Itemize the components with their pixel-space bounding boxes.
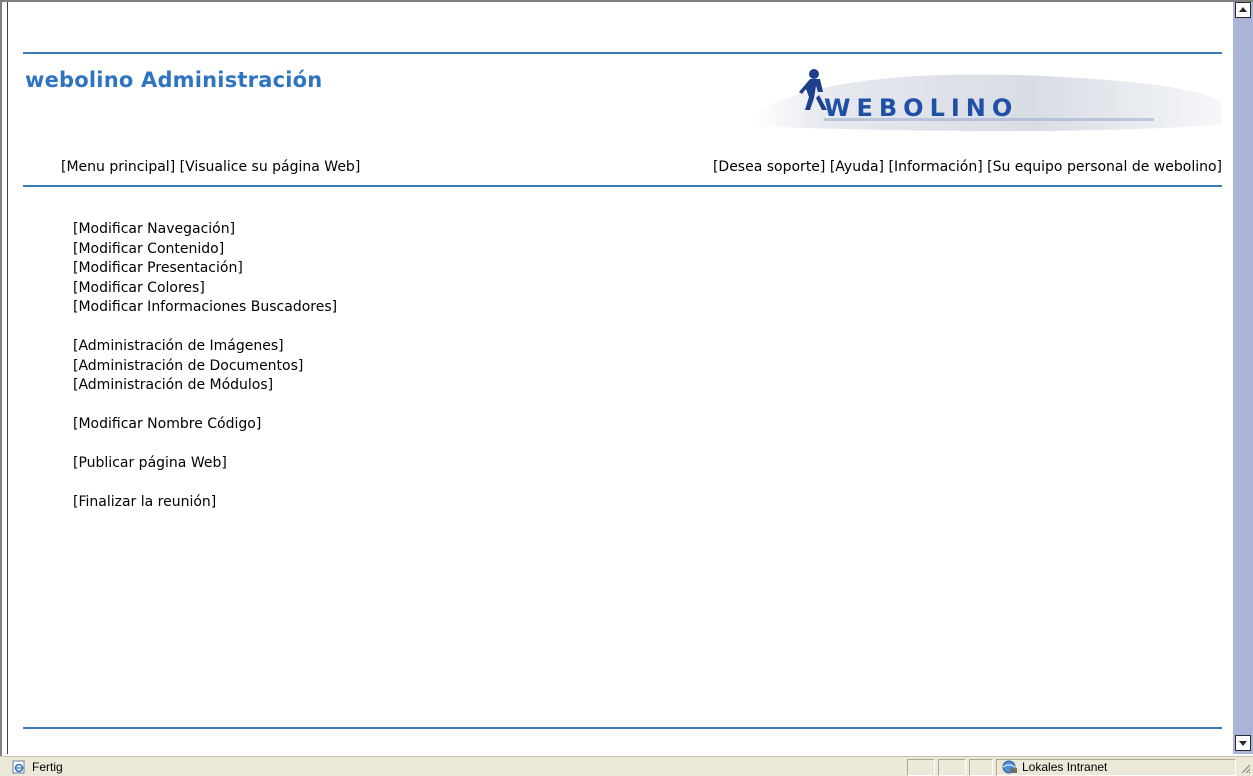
menu-group-publish: [Publicar página Web] <box>73 454 337 474</box>
svg-text:WEBOLINO: WEBOLINO <box>824 94 1018 122</box>
menu-publicar-pagina[interactable]: [Publicar página Web] <box>73 454 337 474</box>
menu-admin-imagenes[interactable]: [Administración de Imágenes] <box>73 337 337 357</box>
status-panel <box>907 759 935 776</box>
nav-equipo-personal[interactable]: [Su equipo personal de webolino] <box>987 159 1222 175</box>
menu-group-session: [Finalizar la reunión] <box>73 493 337 513</box>
scroll-down-icon <box>1239 741 1247 746</box>
menu-modificar-buscadores[interactable]: [Modificar Informaciones Buscadores] <box>73 298 337 318</box>
vertical-scrollbar[interactable] <box>1233 2 1253 754</box>
menu-group-code: [Modificar Nombre Código] <box>73 415 337 435</box>
menu-modificar-presentacion[interactable]: [Modificar Presentación] <box>73 259 337 279</box>
zone-text: Lokales Intranet <box>1022 760 1108 774</box>
window-left-edge <box>2 2 8 754</box>
menu-admin-modulos[interactable]: [Administración de Módulos] <box>73 376 337 396</box>
scroll-down-button[interactable] <box>1235 735 1251 751</box>
header-bottom-rule <box>23 185 1222 187</box>
ie-page-icon <box>12 760 25 774</box>
nav-desea-soporte[interactable]: [Desea soporte] <box>713 159 825 175</box>
scroll-up-icon <box>1239 7 1247 12</box>
nav-visualice-pagina[interactable]: [Visualice su página Web] <box>180 159 361 175</box>
nav-ayuda[interactable]: [Ayuda] <box>830 159 884 175</box>
menu-admin-documentos[interactable]: [Administración de Documentos] <box>73 357 337 377</box>
menu-modificar-nombre-codigo[interactable]: [Modificar Nombre Código] <box>73 415 337 435</box>
menu-finalizar-reunion[interactable]: [Finalizar la reunión] <box>73 493 337 513</box>
status-panel <box>969 759 993 776</box>
page-title: webolino Administración <box>25 68 323 92</box>
secondary-nav: [Desea soporte] [Ayuda] [Información] [S… <box>713 159 1222 175</box>
scroll-up-button[interactable] <box>1235 2 1251 18</box>
menu-group-modify: [Modificar Navegación] [Modificar Conten… <box>73 220 337 318</box>
menu-modificar-colores[interactable]: [Modificar Colores] <box>73 279 337 299</box>
menu-modificar-navegacion[interactable]: [Modificar Navegación] <box>73 220 337 240</box>
intranet-zone-icon <box>1002 760 1017 774</box>
menu-group-administration: [Administración de Imágenes] [Administra… <box>73 337 337 396</box>
primary-nav: [Menu principal] [Visualice su página We… <box>61 159 360 175</box>
nav-informacion[interactable]: [Información] <box>888 159 982 175</box>
status-text: Fertig <box>32 760 63 774</box>
header-top-rule <box>23 52 1222 54</box>
footer-rule <box>23 727 1222 729</box>
webolino-logo: WEBOLINO <box>754 69 1222 132</box>
nav-menu-principal[interactable]: [Menu principal] <box>61 159 175 175</box>
menu-modificar-contenido[interactable]: [Modificar Contenido] <box>73 240 337 260</box>
admin-menu: [Modificar Navegación] [Modificar Conten… <box>73 220 337 532</box>
status-panel <box>938 759 966 776</box>
page-content: webolino Administración WEBOLINO [Menu p… <box>9 2 1233 754</box>
status-bar: Fertig Lokales Intranet <box>0 756 1253 776</box>
resize-grip-icon[interactable] <box>1239 762 1251 774</box>
